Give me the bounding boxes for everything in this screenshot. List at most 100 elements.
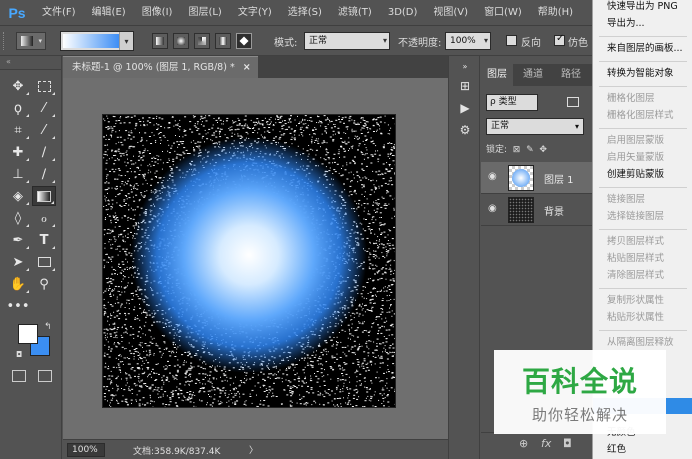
properties-panel-icon[interactable]: ⚙: [457, 122, 473, 138]
fx-icon[interactable]: fx: [541, 437, 551, 450]
more-tools-icon[interactable]: •••: [6, 296, 30, 316]
type-tool-icon[interactable]: T: [32, 230, 56, 250]
canvas-pasteboard: [63, 78, 448, 439]
image-filter-icon[interactable]: [567, 97, 579, 107]
brush-tool-icon[interactable]: ∕: [32, 142, 56, 162]
tools-panel-collapse[interactable]: «: [0, 56, 61, 70]
layer-row[interactable]: ◉ 背景: [481, 194, 592, 226]
menu-layer[interactable]: 图层(L): [180, 0, 229, 26]
lasso-tool-icon[interactable]: ϙ: [6, 98, 30, 118]
blur-tool-icon[interactable]: ◊: [6, 208, 30, 228]
layer-filter-select[interactable]: ρ 类型: [486, 94, 538, 111]
menu-separator: [599, 330, 687, 331]
history-panel-icon[interactable]: ⊞: [457, 78, 473, 94]
reflected-gradient-button[interactable]: [215, 33, 231, 49]
menu-item-export-as[interactable]: 导出为...: [593, 15, 692, 32]
tab-channels[interactable]: 通道: [517, 64, 549, 86]
dither-checkbox[interactable]: ✓: [554, 33, 565, 46]
screen-mode-icon[interactable]: [38, 370, 52, 382]
menu-item-paste-layer-style: 粘贴图层样式: [607, 253, 665, 264]
lock-transparent-icon[interactable]: ⊠: [510, 145, 521, 155]
dither-label: 仿色: [568, 38, 588, 49]
menu-select[interactable]: 选择(S): [280, 0, 330, 26]
linear-gradient-button[interactable]: [152, 33, 168, 49]
menu-item-red[interactable]: 红色: [593, 441, 692, 458]
collapse-icon[interactable]: »: [457, 58, 473, 74]
menu-image[interactable]: 图像(I): [134, 0, 181, 26]
reverse-label: 反向: [521, 38, 541, 49]
layer-row[interactable]: ◉ 图层 1: [481, 162, 592, 194]
tab-paths[interactable]: 路径: [555, 64, 587, 86]
watermark-title: 百科全说: [521, 365, 638, 398]
menu-item-quick-export-png[interactable]: 快速导出为 PNG: [593, 0, 692, 15]
menu-item-create-clipping-mask[interactable]: 创建剪贴蒙版: [593, 166, 692, 183]
close-icon[interactable]: ×: [243, 62, 251, 73]
document-title: 未标题-1 @ 100% (图层 1, RGB/8) *: [72, 62, 235, 73]
menu-3d[interactable]: 3D(D): [380, 0, 426, 26]
crop-tool-icon[interactable]: ⌗: [6, 120, 30, 140]
eyedropper-tool-icon[interactable]: ⁄: [32, 120, 56, 140]
chevron-right-icon[interactable]: 〉: [249, 443, 258, 456]
menu-separator: [599, 86, 687, 87]
menu-item-convert-to-smart-object[interactable]: 转换为智能对象: [593, 65, 692, 82]
layer-name: 背景: [544, 207, 564, 218]
image-canvas[interactable]: [103, 115, 395, 407]
foreground-color-swatch[interactable]: [18, 324, 38, 344]
angle-gradient-button[interactable]: [194, 33, 210, 49]
visibility-eye-icon[interactable]: ◉: [488, 204, 500, 214]
swap-colors-icon[interactable]: ↰: [44, 322, 52, 332]
opacity-value: 100%: [450, 36, 476, 46]
default-colors-icon[interactable]: ◘: [16, 350, 22, 359]
tool-preset-picker[interactable]: ▾: [16, 32, 46, 50]
magic-wand-tool-icon[interactable]: ⁄: [32, 98, 56, 118]
eraser-tool-icon[interactable]: ◈: [6, 186, 30, 206]
menu-item-release-from-isolation: 从隔离图层释放: [607, 337, 674, 348]
hand-tool-icon[interactable]: ✋: [6, 274, 30, 294]
marquee-tool-icon[interactable]: [32, 76, 56, 96]
menu-item-artboard-from-layers[interactable]: 来自图层的画板...: [593, 40, 692, 57]
tab-layers[interactable]: 图层: [481, 64, 513, 86]
menu-view[interactable]: 视图(V): [425, 0, 476, 26]
menu-filter[interactable]: 滤镜(T): [330, 0, 380, 26]
gradient-preview[interactable]: [63, 34, 119, 48]
move-tool-icon[interactable]: ✥: [6, 76, 30, 96]
menu-item-enable-layer-mask: 启用图层蒙版: [607, 135, 665, 146]
photoshop-logo: Ps: [8, 4, 26, 21]
menu-type[interactable]: 文字(Y): [230, 0, 280, 26]
menu-item-paste-shape-attributes: 粘贴形状属性: [607, 312, 665, 323]
actions-play-icon[interactable]: ▶: [457, 100, 473, 116]
diamond-gradient-button[interactable]: [236, 33, 252, 49]
menu-window[interactable]: 窗口(W): [476, 0, 530, 26]
options-grip[interactable]: [3, 32, 7, 50]
healing-brush-tool-icon[interactable]: ✚: [6, 142, 30, 162]
status-bar: 100% 文档:358.9K/837.4K 〉: [63, 439, 448, 459]
gradient-tool-icon[interactable]: [32, 186, 56, 206]
mode-select[interactable]: 正常 ▾: [304, 32, 390, 50]
rectangle-tool-icon[interactable]: [32, 252, 56, 272]
radial-gradient-button[interactable]: [173, 33, 189, 49]
quick-mask-icon[interactable]: [12, 370, 26, 382]
chevron-down-icon[interactable]: ▾: [119, 32, 133, 50]
reverse-checkbox[interactable]: [506, 35, 517, 46]
path-selection-tool-icon[interactable]: ➤: [6, 252, 30, 272]
menu-edit[interactable]: 编辑(E): [84, 0, 134, 26]
zoom-tool-icon[interactable]: ⚲: [32, 274, 56, 294]
clone-stamp-tool-icon[interactable]: ⊥: [6, 164, 30, 184]
menu-file[interactable]: 文件(F): [34, 0, 84, 26]
lock-pixels-icon[interactable]: ✎: [523, 145, 534, 155]
opacity-field[interactable]: 100% ▾: [445, 32, 491, 50]
pen-tool-icon[interactable]: ✒: [6, 230, 30, 250]
visibility-eye-icon[interactable]: ◉: [488, 172, 500, 182]
gradient-picker[interactable]: ▾: [60, 31, 134, 51]
document-tab[interactable]: 未标题-1 @ 100% (图层 1, RGB/8) * ×: [63, 56, 258, 78]
layer-thumbnail: [508, 197, 534, 223]
menu-help[interactable]: 帮助(H): [530, 0, 581, 26]
add-mask-icon[interactable]: ◘: [563, 437, 572, 450]
lock-position-icon[interactable]: ✥: [536, 145, 547, 155]
dodge-tool-icon[interactable]: ℴ: [32, 208, 56, 228]
link-layers-icon[interactable]: ⊕: [519, 437, 528, 450]
tool-grid: ✥ ϙ ⁄ ⌗ ⁄ ✚ ∕ ⊥ ∕ ◈ ◊ ℴ ✒ T ➤ ✋ ⚲ •••: [6, 76, 58, 318]
layer-blend-mode-select[interactable]: 正常 ▾: [486, 118, 584, 135]
history-brush-tool-icon[interactable]: ∕: [32, 164, 56, 184]
zoom-field[interactable]: 100%: [67, 443, 105, 457]
